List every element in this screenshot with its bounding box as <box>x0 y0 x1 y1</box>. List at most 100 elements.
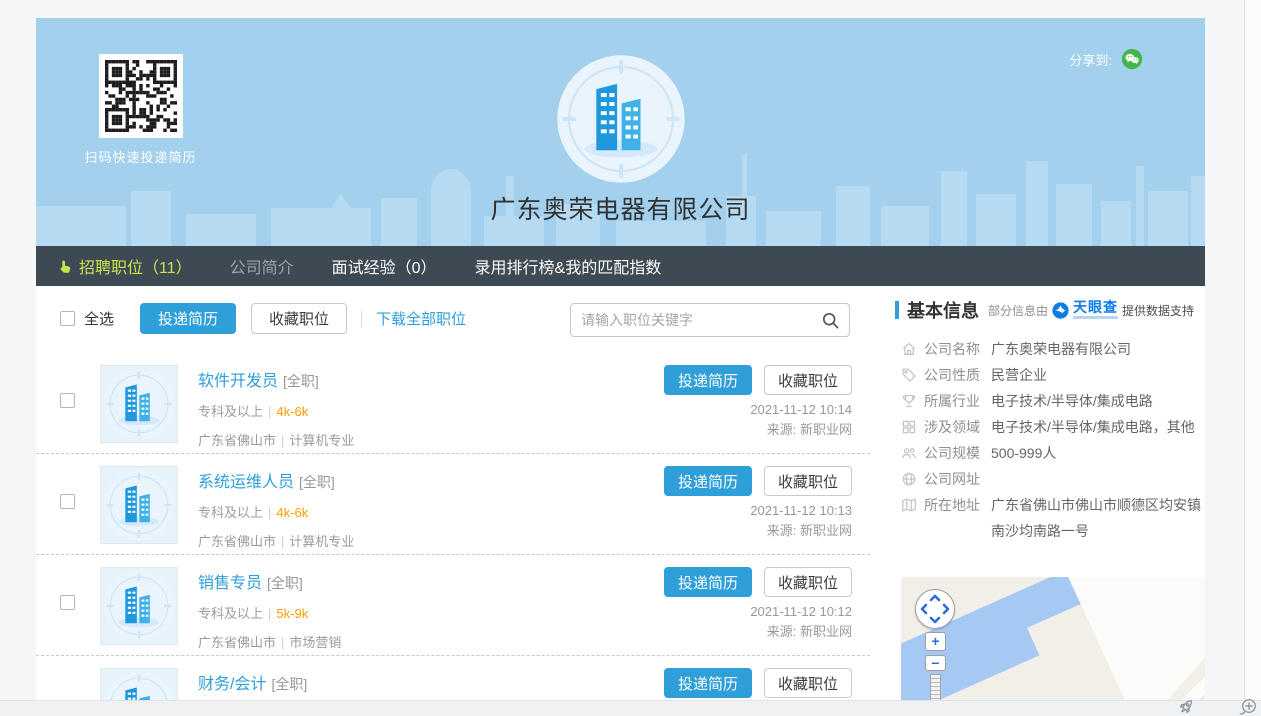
field-label: 公司性质 <box>924 362 986 388</box>
tag-icon <box>901 367 917 383</box>
job-location: 广东省佛山市 <box>198 433 276 448</box>
select-all-checkbox[interactable] <box>60 311 75 326</box>
wechat-share-icon[interactable] <box>1121 48 1143 70</box>
job-education: 专科及以上 <box>198 606 263 621</box>
job-row-sales: 销售专员[全职] 专科及以上|5k-9k 广东省佛山市|市场营销 投递简历 收藏… <box>36 555 870 656</box>
job-education: 专科及以上 <box>198 404 263 419</box>
job-title-link[interactable]: 销售专员 <box>198 575 262 592</box>
job-title-link[interactable]: 财务/会计 <box>198 676 266 693</box>
field-company-name: 公司名称 广东奥荣电器有限公司 <box>895 336 1205 362</box>
job-type: [全职] <box>299 474 335 490</box>
meta-divider: | <box>263 606 276 621</box>
apply-resume-button[interactable]: 投递简历 <box>664 567 752 597</box>
select-all-label: 全选 <box>84 308 114 329</box>
job-type: [全职] <box>271 676 307 692</box>
tab-job-positions[interactable]: 招聘职位（11） <box>58 254 192 278</box>
data-credit-suffix: 提供数据支持 <box>1122 302 1194 319</box>
field-value: 广东省佛山市佛山市顺德区均安镇南沙均南路一号 <box>991 492 1205 544</box>
grid-icon <box>901 419 917 435</box>
data-credit-prefix: 部分信息由 <box>988 302 1048 319</box>
job-search-input[interactable] <box>581 312 822 328</box>
apply-resume-button[interactable]: 投递简历 <box>140 303 236 334</box>
job-post-date: 2021-11-12 10:13 <box>750 501 852 521</box>
apply-resume-button[interactable]: 投递简历 <box>664 668 752 698</box>
speed-boost-icon[interactable] <box>1238 697 1258 716</box>
tianyancha-wordmark[interactable]: 天眼查 <box>1073 301 1118 319</box>
map-zoom-in-button[interactable]: + <box>925 632 946 651</box>
field-value <box>991 466 1205 492</box>
pan-arrows-icon <box>916 590 954 628</box>
company-logo <box>556 54 686 184</box>
tab-label: 录用排行榜&我的匹配指数 <box>475 254 662 278</box>
download-all-jobs-link[interactable]: 下载全部职位 <box>376 308 466 329</box>
toolbar-divider <box>361 311 362 327</box>
tianyancha-logo-icon[interactable] <box>1052 302 1069 319</box>
job-post-date: 2021-11-12 10:12 <box>750 602 852 622</box>
home-icon <box>901 341 917 357</box>
basic-info-header: 基本信息 部分信息由 天眼查 提供数据支持 <box>895 297 1205 323</box>
field-company-type: 公司性质 民营企业 <box>895 362 1205 388</box>
field-company-size: 公司规模 500-999人 <box>895 440 1205 466</box>
qr-code <box>99 54 183 138</box>
accent-bar <box>895 301 899 319</box>
qr-code-label: 扫码快速投递简历 <box>78 147 203 166</box>
job-company-logo <box>100 365 178 443</box>
field-label: 所属行业 <box>924 388 986 414</box>
field-label: 公司网址 <box>924 466 986 492</box>
job-source: 来源: 新职业网 <box>750 420 852 440</box>
job-major: 计算机专业 <box>289 433 354 448</box>
tab-label: 面试经验（0） <box>332 254 437 278</box>
company-name-heading: 广东奥荣电器有限公司 <box>36 190 1205 226</box>
tab-label: 公司简介 <box>230 254 294 278</box>
favorite-job-button[interactable]: 收藏职位 <box>764 668 852 698</box>
field-website: 公司网址 <box>895 466 1205 492</box>
field-value: 广东奥荣电器有限公司 <box>991 336 1205 362</box>
tab-company-profile[interactable]: 公司简介 <box>230 254 294 278</box>
job-type: [全职] <box>283 373 319 389</box>
trophy-icon <box>901 393 917 409</box>
tianyancha-url-micro-text <box>1073 316 1118 319</box>
tab-ranking-match[interactable]: 录用排行榜&我的匹配指数 <box>475 254 662 278</box>
job-row-finance: 财务/会计 [全职] 投递简历 收藏职位 <box>36 656 870 703</box>
search-icon[interactable] <box>822 312 839 329</box>
field-label: 公司规模 <box>924 440 986 466</box>
job-post-date: 2021-11-12 10:14 <box>750 400 852 420</box>
job-location: 广东省佛山市 <box>198 635 276 650</box>
job-list-toolbar: 全选 投递简历 收藏职位 下载全部职位 <box>36 286 870 352</box>
job-type: [全职] <box>267 575 303 591</box>
window-bottom-strip <box>0 700 1261 716</box>
meta-divider: | <box>263 505 276 520</box>
job-checkbox[interactable] <box>60 494 75 509</box>
map-zoom-out-button[interactable]: − <box>925 655 946 671</box>
job-title-link[interactable]: 软件开发员 <box>198 373 278 390</box>
job-checkbox[interactable] <box>60 595 75 610</box>
share-label: 分享到: <box>1069 50 1112 69</box>
job-salary: 4k-6k <box>276 505 308 520</box>
job-title-link[interactable]: 系统运维人员 <box>198 474 294 491</box>
page-scrollbar[interactable] <box>1244 0 1261 716</box>
field-address: 所在地址 广东省佛山市佛山市顺德区均安镇南沙均南路一号 <box>895 492 1205 544</box>
favorite-job-button[interactable]: 收藏职位 <box>251 303 347 334</box>
map-pan-control[interactable] <box>915 589 955 629</box>
job-search-box <box>570 303 850 337</box>
field-label: 涉及领域 <box>924 414 986 440</box>
company-banner: 扫码快速投递简历 分享到: 广东奥荣电器有限公司 <box>36 18 1205 246</box>
favorite-job-button[interactable]: 收藏职位 <box>764 466 852 496</box>
tab-label: 招聘职位（11） <box>79 254 192 278</box>
rocket-icon[interactable] <box>1176 697 1196 716</box>
location-map[interactable]: + − <box>901 577 1205 716</box>
favorite-job-button[interactable]: 收藏职位 <box>764 365 852 395</box>
job-location: 广东省佛山市 <box>198 534 276 549</box>
job-salary: 5k-9k <box>276 606 308 621</box>
apply-resume-button[interactable]: 投递简历 <box>664 466 752 496</box>
apply-resume-button[interactable]: 投递简历 <box>664 365 752 395</box>
meta-divider: | <box>276 635 289 650</box>
field-value: 电子技术/半导体/集成电路，其他 <box>991 414 1205 440</box>
favorite-job-button[interactable]: 收藏职位 <box>764 567 852 597</box>
job-company-logo <box>100 567 178 645</box>
job-source: 来源: 新职业网 <box>750 521 852 541</box>
job-checkbox[interactable] <box>60 393 75 408</box>
job-major: 计算机专业 <box>289 534 354 549</box>
tab-interview-experience[interactable]: 面试经验（0） <box>332 254 437 278</box>
field-industry: 所属行业 电子技术/半导体/集成电路 <box>895 388 1205 414</box>
